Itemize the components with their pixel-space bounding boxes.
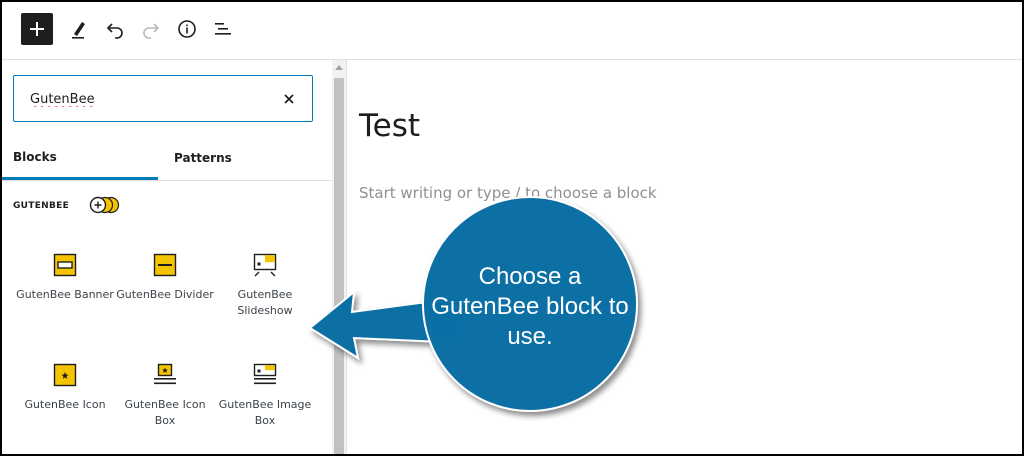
category-title: GUTENBEE bbox=[13, 201, 70, 211]
block-label: GutenBee Divider bbox=[116, 288, 214, 301]
pencil-icon bbox=[72, 22, 85, 39]
editor-canvas: Test Start writing or type / to choose a… bbox=[347, 60, 1022, 454]
info-icon bbox=[178, 20, 196, 38]
undo-icon bbox=[106, 23, 123, 39]
add-block-button[interactable] bbox=[21, 13, 53, 45]
block-label: GutenBee Image Box bbox=[218, 398, 312, 427]
list-view-button[interactable] bbox=[207, 13, 239, 45]
details-button[interactable] bbox=[171, 13, 203, 45]
redo-icon bbox=[143, 23, 160, 39]
tab-blocks[interactable]: Blocks bbox=[2, 136, 158, 180]
block-gutenbee-divider[interactable]: GutenBee Divider bbox=[115, 253, 215, 303]
callout-text: Choose a GutenBee block to use. bbox=[431, 263, 629, 350]
block-search-input[interactable] bbox=[30, 88, 270, 110]
slideshow-icon bbox=[253, 253, 277, 277]
block-inserter-panel: Blocks Patterns GUTENBEE GutenBee Banner bbox=[2, 60, 332, 454]
block-placeholder[interactable]: Start writing or type / to choose a bloc… bbox=[359, 184, 657, 202]
block-gutenbee-banner[interactable]: GutenBee Banner bbox=[15, 253, 115, 303]
tab-patterns[interactable]: Patterns bbox=[174, 136, 330, 180]
block-gutenbee-slideshow[interactable]: GutenBee Slideshow bbox=[215, 253, 315, 319]
list-view-icon bbox=[215, 23, 231, 35]
tools-button[interactable] bbox=[63, 13, 95, 45]
block-search-box bbox=[13, 75, 313, 122]
editor-toolbar bbox=[2, 2, 1022, 60]
block-gutenbee-icon-box[interactable]: GutenBee Icon Box bbox=[115, 363, 215, 429]
inserter-scrollbar[interactable] bbox=[332, 60, 347, 454]
block-label: GutenBee Slideshow bbox=[237, 288, 293, 317]
undo-button[interactable] bbox=[99, 13, 131, 45]
star-box-icon bbox=[53, 363, 77, 387]
redo-button[interactable] bbox=[135, 13, 167, 45]
block-gutenbee-icon[interactable]: GutenBee Icon bbox=[15, 363, 115, 413]
icon-box-icon bbox=[154, 363, 176, 385]
block-label: GutenBee Icon bbox=[24, 398, 106, 411]
screenshot-frame: Blocks Patterns GUTENBEE GutenBee Banner bbox=[0, 0, 1024, 456]
divider-icon bbox=[153, 253, 177, 277]
post-title[interactable]: Test bbox=[359, 108, 420, 144]
image-box-icon bbox=[253, 363, 277, 385]
inserter-tabs: Blocks Patterns bbox=[2, 136, 332, 181]
close-icon bbox=[284, 94, 294, 104]
block-label: GutenBee Banner bbox=[16, 288, 114, 301]
clear-search-button[interactable] bbox=[278, 88, 300, 110]
banner-icon bbox=[53, 253, 77, 277]
scroll-up-arrow-icon[interactable] bbox=[335, 65, 343, 70]
plus-icon bbox=[30, 22, 44, 36]
block-label: GutenBee Icon Box bbox=[124, 398, 206, 427]
scroll-thumb[interactable] bbox=[334, 78, 344, 454]
block-gutenbee-image-box[interactable]: GutenBee Image Box bbox=[215, 363, 315, 429]
gutenbee-logo-icon bbox=[89, 196, 120, 214]
